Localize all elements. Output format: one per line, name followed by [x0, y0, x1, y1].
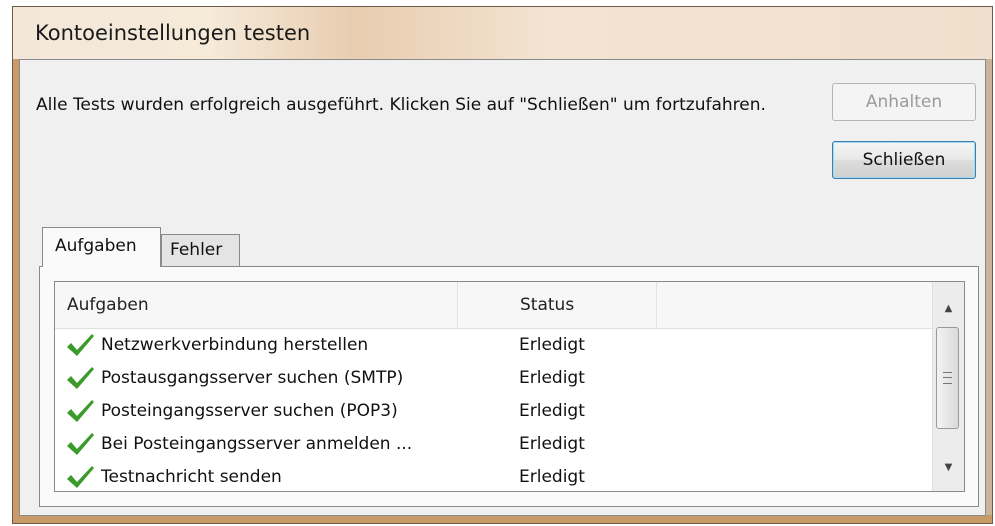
stop-button[interactable]: Anhalten	[832, 83, 976, 121]
task-status: Erledigt	[519, 434, 585, 454]
table-row[interactable]: Bei Posteingangsserver anmelden ... Erle…	[55, 429, 933, 462]
window-title: Kontoeinstellungen testen	[35, 21, 311, 45]
scroll-down-arrow-icon[interactable]: ▼	[933, 453, 964, 483]
scrollbar-thumb[interactable]	[936, 327, 959, 429]
checkmark-icon	[67, 334, 94, 356]
task-name: Postausgangsserver suchen (SMTP)	[101, 368, 404, 388]
list-header: Aufgaben Status	[55, 282, 964, 329]
tab-aufgaben[interactable]: Aufgaben	[42, 227, 161, 267]
table-row[interactable]: Postausgangsserver suchen (SMTP) Erledig…	[55, 363, 933, 396]
tab-fehler[interactable]: Fehler	[161, 234, 240, 267]
table-row[interactable]: Testnachricht senden Erledigt	[55, 462, 933, 491]
task-status: Erledigt	[519, 335, 585, 355]
scroll-up-arrow-icon[interactable]: ▲	[933, 294, 964, 324]
window-border-bottom	[13, 515, 992, 523]
table-row[interactable]: Posteingangsserver suchen (POP3) Erledig…	[55, 396, 933, 429]
checkmark-icon	[67, 433, 94, 455]
checkmark-icon	[67, 367, 94, 389]
task-status: Erledigt	[519, 368, 585, 388]
column-header-status[interactable]: Status	[458, 282, 657, 328]
column-header-tasks[interactable]: Aufgaben	[55, 282, 458, 328]
task-name: Testnachricht senden	[101, 467, 282, 487]
task-name: Netzwerkverbindung herstellen	[101, 335, 369, 355]
tab-panel-aufgaben: Aufgaben Status Netzwerkverbindung herst…	[39, 266, 979, 507]
task-list[interactable]: Aufgaben Status Netzwerkverbindung herst…	[54, 281, 965, 492]
close-button[interactable]: Schließen	[832, 141, 976, 179]
dialog-content: Alle Tests wurden erfolgreich ausgeführt…	[19, 59, 986, 516]
task-status: Erledigt	[519, 467, 585, 487]
task-name: Posteingangsserver suchen (POP3)	[101, 401, 398, 421]
title-bar[interactable]: Kontoeinstellungen testen	[13, 7, 992, 59]
task-name: Bei Posteingangsserver anmelden ...	[101, 434, 413, 454]
dialog-window: Kontoeinstellungen testen Alle Tests wur…	[12, 6, 993, 524]
vertical-scrollbar[interactable]: ▲ ▼	[932, 282, 964, 491]
status-message: Alle Tests wurden erfolgreich ausgeführt…	[36, 95, 766, 115]
checkmark-icon	[67, 466, 94, 488]
checkmark-icon	[67, 400, 94, 422]
table-row[interactable]: Netzwerkverbindung herstellen Erledigt	[55, 330, 933, 363]
task-status: Erledigt	[519, 401, 585, 421]
grip-icon	[943, 372, 952, 384]
